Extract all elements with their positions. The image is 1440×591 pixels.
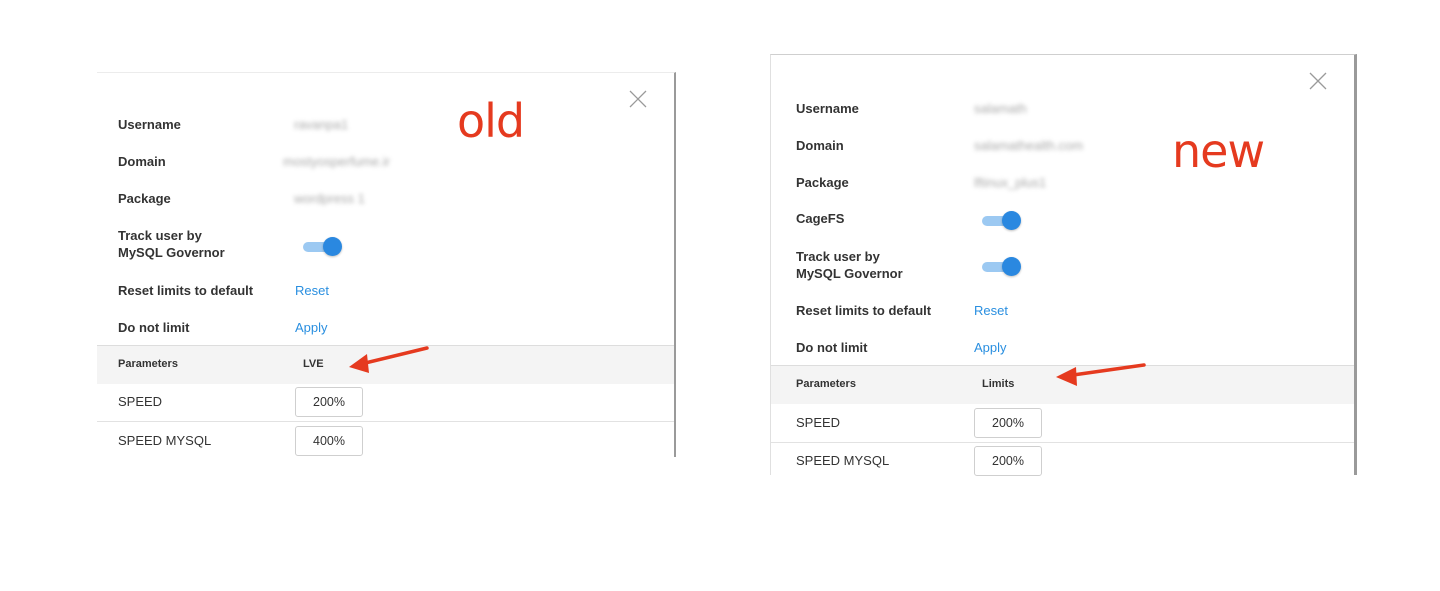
do-not-limit-label: Do not limit xyxy=(796,340,868,355)
reset-limits-label: Reset limits to default xyxy=(796,303,932,318)
table-row: SPEED xyxy=(771,404,1354,443)
arrow-annotation xyxy=(1056,363,1146,386)
toggle-knob xyxy=(1002,211,1021,230)
reset-link[interactable]: Reset xyxy=(974,303,1008,318)
parameters-column-header: Parameters xyxy=(118,358,178,370)
limits-column-header: Limits xyxy=(982,378,1015,390)
cagefs-label: CageFS xyxy=(796,211,845,226)
package-label: Package xyxy=(796,175,849,190)
lve-column-header: LVE xyxy=(303,358,324,370)
domain-value: salamathealth.com xyxy=(974,138,1084,153)
parameter-name: SPEED xyxy=(796,415,841,430)
new-annotation-label: new xyxy=(1172,124,1265,178)
track-mysql-governor-label: Track user by MySQL Governor xyxy=(796,248,903,282)
old-user-dialog: old Username ravanpa1 Domain mostyosperf… xyxy=(97,72,676,457)
track-mysql-governor-toggle[interactable] xyxy=(982,257,1021,277)
apply-link[interactable]: Apply xyxy=(295,320,328,335)
package-value: wordpress 1 xyxy=(294,191,365,206)
parameter-name: SPEED xyxy=(118,394,163,409)
cagefs-toggle[interactable] xyxy=(982,211,1021,231)
username-value: ravanpa1 xyxy=(294,117,349,132)
track-label-line1: Track user by xyxy=(118,228,202,243)
parameter-name: SPEED MYSQL xyxy=(796,453,890,468)
table-row: SPEED MYSQL xyxy=(771,442,1354,480)
do-not-limit-label: Do not limit xyxy=(118,320,190,335)
track-label-line2: MySQL Governor xyxy=(118,245,225,260)
toggle-knob xyxy=(323,237,342,256)
domain-value: mostyosperfume.ir xyxy=(283,154,390,169)
track-mysql-governor-toggle[interactable] xyxy=(303,237,342,257)
close-icon[interactable] xyxy=(1308,71,1328,91)
speed-input[interactable] xyxy=(974,408,1042,438)
track-label-line2: MySQL Governor xyxy=(796,266,903,281)
speed-mysql-input[interactable] xyxy=(295,426,363,456)
domain-label: Domain xyxy=(118,154,166,169)
new-user-dialog: new Username salamath Domain salamatheal… xyxy=(770,54,1357,476)
package-label: Package xyxy=(118,191,171,206)
speed-mysql-input[interactable] xyxy=(974,446,1042,476)
domain-label: Domain xyxy=(796,138,844,153)
toggle-knob xyxy=(1002,257,1021,276)
reset-link[interactable]: Reset xyxy=(295,283,329,298)
reset-limits-label: Reset limits to default xyxy=(118,283,254,298)
username-label: Username xyxy=(118,117,181,132)
username-label: Username xyxy=(796,101,859,116)
table-row: SPEED MYSQL xyxy=(97,422,674,460)
parameter-name: SPEED MYSQL xyxy=(118,433,212,448)
close-icon[interactable] xyxy=(628,89,648,109)
parameters-column-header: Parameters xyxy=(796,378,856,390)
speed-input[interactable] xyxy=(295,387,363,417)
package-value: lftinux_plus1 xyxy=(974,175,1047,190)
track-label-line1: Track user by xyxy=(796,249,880,264)
old-annotation-label: old xyxy=(457,94,525,148)
table-row: SPEED xyxy=(97,383,674,422)
username-value: salamath xyxy=(974,101,1027,116)
track-mysql-governor-label: Track user by MySQL Governor xyxy=(118,227,225,261)
arrow-annotation xyxy=(349,346,429,373)
apply-link[interactable]: Apply xyxy=(974,340,1007,355)
